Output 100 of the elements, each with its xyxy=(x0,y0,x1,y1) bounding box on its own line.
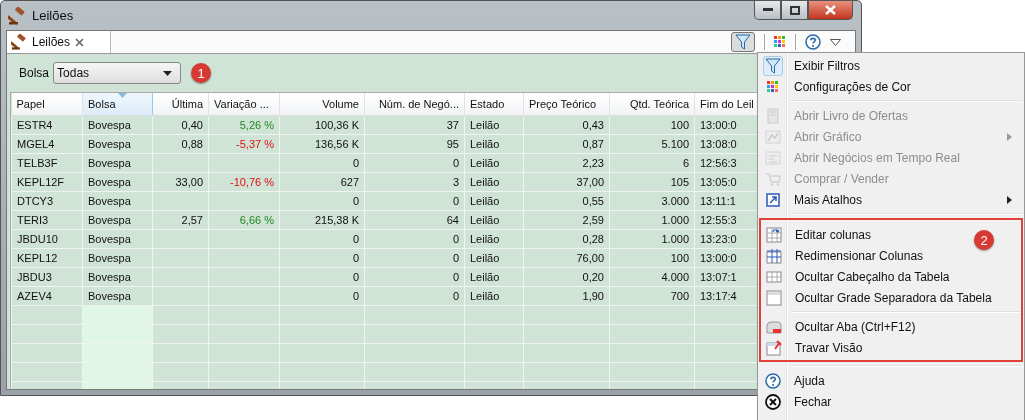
table-cell: 5,26 % xyxy=(208,115,280,135)
close-icon xyxy=(825,5,836,15)
menu-item[interactable]: Fechar xyxy=(760,391,838,412)
table-cell: 627 xyxy=(279,172,365,192)
help-icon[interactable] xyxy=(805,34,821,50)
menu-item[interactable]: Travar Visão xyxy=(761,337,869,358)
table-cell: Leilão xyxy=(464,172,524,192)
table-cell: 0 xyxy=(279,286,365,306)
table-cell: JBDU3 xyxy=(11,267,83,287)
menu-item[interactable]: Ocultar Cabeçalho da Tabela xyxy=(761,266,956,287)
table-cell: Bovespa xyxy=(82,248,153,268)
table-cell: 1,90 xyxy=(523,286,610,306)
table-cell: 2,59 xyxy=(523,210,610,230)
table-cell: AZEV4 xyxy=(11,286,83,306)
column-header[interactable]: Variação ... xyxy=(208,93,280,116)
table-cell: 0,87 xyxy=(523,134,610,154)
table-cell: 0 xyxy=(279,248,365,268)
table-cell: Bovespa xyxy=(82,134,153,154)
menu-item[interactable]: Editar colunas xyxy=(761,224,878,245)
exchange-dropdown[interactable]: Todas xyxy=(53,62,182,84)
column-header[interactable]: Qtd. Teórica xyxy=(609,93,695,116)
table-cell: Leilão xyxy=(464,286,524,306)
table-cell: 0 xyxy=(279,191,365,211)
table-cell: 33,00 xyxy=(152,172,209,192)
minimize-button[interactable] xyxy=(754,1,781,20)
table-cell: 6,66 % xyxy=(208,210,280,230)
color-grid-icon[interactable] xyxy=(774,36,786,48)
table-cell: KEPL12 xyxy=(11,248,83,268)
maximize-icon xyxy=(789,5,800,15)
table-cell: -5,37 % xyxy=(208,134,280,154)
table-cell: 3.000 xyxy=(609,191,695,211)
table-cell: 76,00 xyxy=(523,248,610,268)
table-cell: 0 xyxy=(364,191,465,211)
table-cell: 1.000 xyxy=(609,229,695,249)
table-cell: Leilão xyxy=(464,134,524,154)
table-cell: 136,56 K xyxy=(279,134,365,154)
maximize-button[interactable] xyxy=(781,1,808,20)
table-cell: 0 xyxy=(279,267,365,287)
menu-item[interactable]: Ocultar Aba (Ctrl+F12) xyxy=(761,316,922,337)
close-button[interactable] xyxy=(808,1,853,20)
table-cell: 105 xyxy=(609,172,695,192)
table-cell: 100 xyxy=(609,248,695,268)
table-cell: 3 xyxy=(364,172,465,192)
table-cell: 95 xyxy=(364,134,465,154)
table-cell: 1.000 xyxy=(609,210,695,230)
table-cell: Leilão xyxy=(464,229,524,249)
table-cell: 215,38 K xyxy=(279,210,365,230)
table-cell: MGEL4 xyxy=(11,134,83,154)
table-cell: 0 xyxy=(364,248,465,268)
menu-item[interactable]: Exibir Filtros xyxy=(760,55,866,76)
table-cell: Bovespa xyxy=(82,229,153,249)
table-cell: 2,23 xyxy=(523,153,610,173)
column-header[interactable]: Estado xyxy=(464,93,524,116)
table-cell: TELB3F xyxy=(11,153,83,173)
table-cell: ESTR4 xyxy=(11,115,83,135)
dropdown-arrow-icon[interactable] xyxy=(830,38,841,46)
column-header[interactable]: Volume xyxy=(279,93,365,116)
table-cell: 2,57 xyxy=(152,210,209,230)
table-cell: Bovespa xyxy=(82,286,153,306)
table-cell: Leilão xyxy=(464,267,524,287)
table-cell: 0 xyxy=(364,267,465,287)
column-header[interactable]: Núm. de Negó... xyxy=(364,93,465,116)
table-cell: 6 xyxy=(609,153,695,173)
table-cell: 0,20 xyxy=(523,267,610,287)
table-cell: DTCY3 xyxy=(11,191,83,211)
gavel-icon xyxy=(11,34,27,50)
table-cell: 64 xyxy=(364,210,465,230)
menu-item[interactable]: Redimensionar Colunas xyxy=(761,245,930,266)
table-cell: 100,36 K xyxy=(279,115,365,135)
tab[interactable]: Leilões xyxy=(7,31,112,53)
filter-button[interactable] xyxy=(731,32,755,52)
table-cell: 37,00 xyxy=(523,172,610,192)
table-cell: 0,28 xyxy=(523,229,610,249)
callout-badge: 2 xyxy=(974,230,994,250)
menu-item[interactable]: Ocultar Grade Separadora da Tabela xyxy=(761,287,998,308)
table-cell: JBDU10 xyxy=(11,229,83,249)
table-cell: KEPL12F xyxy=(11,172,83,192)
table-cell: 0 xyxy=(279,229,365,249)
table-cell: Bovespa xyxy=(82,267,153,287)
menu-item[interactable]: Configurações de Cor xyxy=(760,76,917,97)
table-cell: Bovespa xyxy=(82,153,153,173)
table-cell: Leilão xyxy=(464,153,524,173)
column-header[interactable]: Bolsa xyxy=(82,93,153,116)
table-cell: Bovespa xyxy=(82,191,153,211)
table-cell: 0 xyxy=(364,286,465,306)
table-cell: Leilão xyxy=(464,210,524,230)
table-cell: -10,76 % xyxy=(208,172,280,192)
menu-item[interactable]: Ajuda xyxy=(760,370,831,391)
close-icon[interactable] xyxy=(75,37,85,47)
table-cell: Bovespa xyxy=(82,172,153,192)
table-cell: 0,40 xyxy=(152,115,209,135)
column-header[interactable]: Preço Teórico xyxy=(523,93,610,116)
table-cell: 0 xyxy=(364,229,465,249)
table-cell: 0,55 xyxy=(523,191,610,211)
column-header[interactable]: Papel xyxy=(11,93,83,116)
column-header[interactable]: Última xyxy=(152,93,209,116)
menu-item[interactable]: Mais Atalhos xyxy=(760,189,1022,210)
table-cell: 100 xyxy=(609,115,695,135)
table-cell: 0,88 xyxy=(152,134,209,154)
table-cell: Bovespa xyxy=(82,210,153,230)
